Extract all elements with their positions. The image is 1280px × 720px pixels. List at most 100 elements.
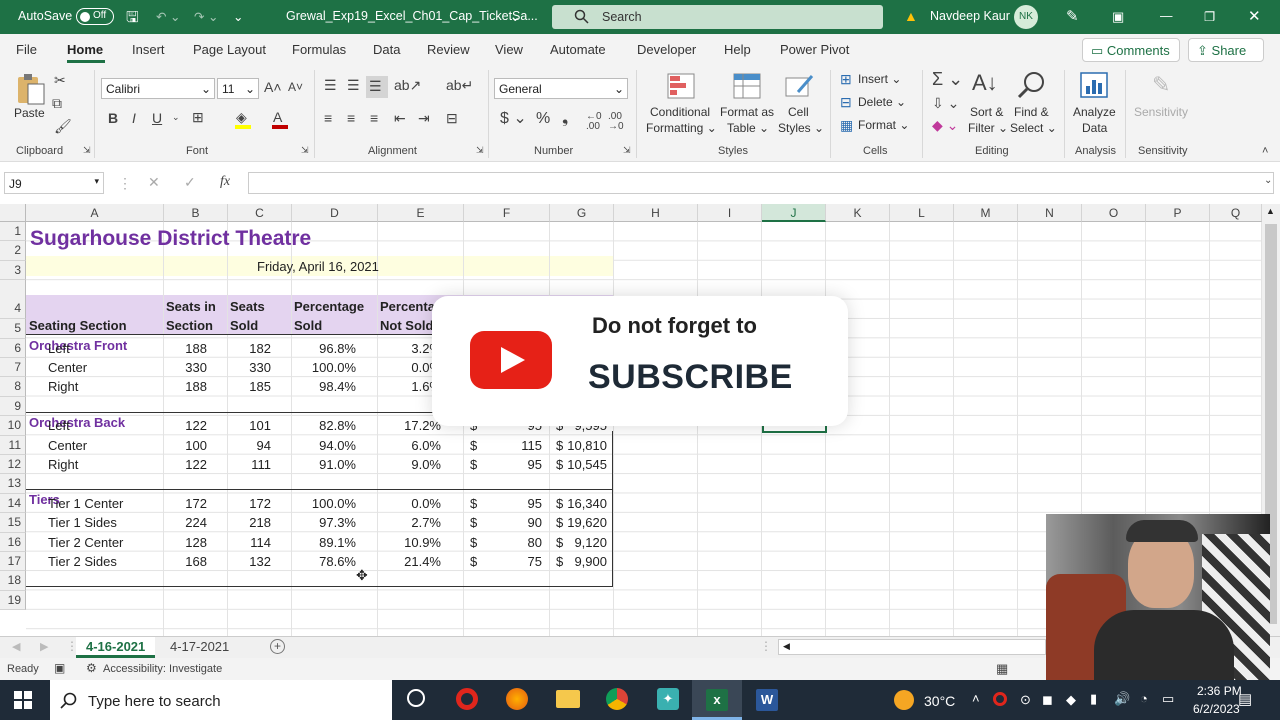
bluetooth-icon[interactable]: ▮ xyxy=(1090,691,1097,707)
tray-icon-2[interactable]: ◼ xyxy=(1042,692,1053,708)
dialog-launcher-icon[interactable]: ⇲ xyxy=(476,146,484,155)
increase-decimal-icon[interactable]: ←0.00 xyxy=(586,112,602,132)
tab-data[interactable]: Data xyxy=(373,42,400,57)
font-color-icon[interactable]: A xyxy=(273,110,282,124)
conditional-formatting-label-2[interactable]: Formatting ⌄ xyxy=(646,121,717,135)
cell-percentage-sold[interactable]: 100.0% xyxy=(292,360,356,375)
column-header-j[interactable]: J xyxy=(762,204,826,222)
tab-developer[interactable]: Developer xyxy=(637,42,696,57)
cell-styles-icon[interactable] xyxy=(784,72,814,100)
chevron-down-icon[interactable]: ⌄ xyxy=(172,113,180,122)
column-header-m[interactable]: M xyxy=(954,204,1018,222)
comments-button[interactable]: ▭ Comments xyxy=(1082,38,1180,62)
avatar[interactable]: NK xyxy=(1014,5,1038,29)
cell-percentage-sold[interactable]: 82.8% xyxy=(292,418,356,433)
find-select-icon[interactable] xyxy=(1016,70,1048,100)
cell-revenue[interactable]: 19,620 xyxy=(566,515,607,530)
search-box[interactable]: Search xyxy=(552,5,883,29)
cell-section-name[interactable]: Tier 1 Center xyxy=(48,496,123,511)
chevron-down-icon[interactable]: ⌄ xyxy=(510,9,520,24)
merge-center-icon[interactable]: ⊟ xyxy=(446,111,458,125)
cell-seats-sold[interactable]: 172 xyxy=(228,496,271,511)
header-percentage-not-sold-1[interactable]: Percenta xyxy=(380,299,435,314)
row-header-18[interactable]: 18 xyxy=(0,571,26,591)
delete-cells-button[interactable]: Delete ⌄ xyxy=(858,95,906,109)
cell-seats-sold[interactable]: 132 xyxy=(228,554,271,569)
cell-section-name[interactable]: Right xyxy=(48,379,78,394)
cell-percentage-sold[interactable]: 98.4% xyxy=(292,379,356,394)
increase-font-icon[interactable]: A˄ xyxy=(264,80,282,94)
increase-indent-icon[interactable]: ⇥ xyxy=(418,111,430,125)
header-percentage-sold-1[interactable]: Percentage xyxy=(294,299,364,314)
delete-cells-icon[interactable]: ⊟ xyxy=(840,95,852,109)
row-header-2[interactable]: 2 xyxy=(0,241,26,261)
weather-icon[interactable] xyxy=(894,690,914,710)
clock-time[interactable]: 2:36 PM xyxy=(1197,684,1242,698)
analyze-data-label-2[interactable]: Data xyxy=(1082,121,1107,135)
cell-seats-sold[interactable]: 330 xyxy=(228,360,271,375)
tab-formulas[interactable]: Formulas xyxy=(292,42,346,57)
cell-price-currency[interactable]: $ xyxy=(470,496,477,511)
cell-styles-label-2[interactable]: Styles ⌄ xyxy=(778,121,824,135)
restore-icon[interactable]: ❐ xyxy=(1204,9,1215,24)
cell-price[interactable]: 90 xyxy=(500,515,542,530)
row-header-4[interactable]: 4 xyxy=(0,280,26,320)
cell-seats-in-section[interactable]: 122 xyxy=(164,457,207,472)
collapse-ribbon-icon[interactable]: ˄ xyxy=(1262,146,1268,157)
row-header-16[interactable]: 16 xyxy=(0,532,26,552)
wifi-icon[interactable]: ◔ xyxy=(1140,691,1148,706)
close-icon[interactable]: ✕ xyxy=(1248,7,1261,25)
warning-icon[interactable]: ▲ xyxy=(904,8,918,24)
enter-icon[interactable]: ✓ xyxy=(184,175,196,189)
row-header-17[interactable]: 17 xyxy=(0,552,26,572)
find-select-label-1[interactable]: Find & xyxy=(1014,105,1049,119)
top-align-icon[interactable]: ☰ xyxy=(324,78,337,92)
dialog-launcher-icon[interactable]: ⇲ xyxy=(301,146,309,155)
cell-seats-sold[interactable]: 111 xyxy=(228,457,271,472)
add-sheet-button[interactable]: + xyxy=(270,639,285,654)
column-header-k[interactable]: K xyxy=(826,204,890,222)
column-header-c[interactable]: C xyxy=(228,204,292,222)
share-button[interactable]: ⇪ Share xyxy=(1188,38,1264,62)
insert-function-icon[interactable]: fx xyxy=(220,175,230,189)
cell-revenue[interactable]: 9,900 xyxy=(566,554,607,569)
sheet-tab-4-16-2021[interactable]: 4-16-2021 xyxy=(76,637,156,658)
cell-seats-in-section[interactable]: 172 xyxy=(164,496,207,511)
cancel-icon[interactable]: ✕ xyxy=(148,175,160,189)
cell-price[interactable]: 80 xyxy=(500,535,542,550)
minimize-icon[interactable]: — xyxy=(1160,9,1173,23)
autosum-icon[interactable]: Σ ⌄ xyxy=(932,70,963,88)
column-header-p[interactable]: P xyxy=(1146,204,1210,222)
clock-date[interactable]: 6/2/2023 xyxy=(1193,702,1240,716)
cell-seats-sold[interactable]: 114 xyxy=(228,535,271,550)
analyze-data-label-1[interactable]: Analyze xyxy=(1073,105,1116,119)
cell-price-currency[interactable]: $ xyxy=(470,457,477,472)
tab-home[interactable]: Home xyxy=(67,42,103,57)
row-header-10[interactable]: 10 xyxy=(0,416,26,436)
insert-cells-icon[interactable]: ⊞ xyxy=(840,72,852,86)
notification-icon[interactable]: ▤ xyxy=(1238,690,1252,708)
cell-percentage-sold[interactable]: 91.0% xyxy=(292,457,356,472)
format-cells-icon[interactable]: ▦ xyxy=(840,118,853,132)
cell-seats-in-section[interactable]: 128 xyxy=(164,535,207,550)
save-icon[interactable]: 🖫 xyxy=(126,7,139,32)
cell-seats-in-section[interactable]: 122 xyxy=(164,418,207,433)
scroll-up-icon[interactable]: ▲ xyxy=(1266,206,1275,216)
insert-cells-button[interactable]: Insert ⌄ xyxy=(858,72,901,86)
normal-view-icon[interactable]: ▦ xyxy=(996,661,1008,677)
cell-section-name[interactable]: Left xyxy=(48,341,70,356)
decrease-decimal-icon[interactable]: .00 →0 xyxy=(608,112,624,132)
column-header-q[interactable]: Q xyxy=(1210,204,1262,222)
column-header-g[interactable]: G xyxy=(550,204,614,222)
opera-icon[interactable] xyxy=(456,688,478,710)
row-header-19[interactable]: 19 xyxy=(0,590,26,611)
dialog-launcher-icon[interactable]: ⇲ xyxy=(83,146,91,155)
underline-icon[interactable]: U xyxy=(152,111,162,125)
tab-review[interactable]: Review xyxy=(427,42,470,57)
cell-price[interactable]: 75 xyxy=(500,554,542,569)
header-seats-sold-1[interactable]: Seats xyxy=(230,299,265,314)
italic-icon[interactable]: I xyxy=(132,111,136,125)
column-header-n[interactable]: N xyxy=(1018,204,1082,222)
cell-percentage-not-sold[interactable]: 21.4% xyxy=(378,554,441,569)
firefox-icon[interactable] xyxy=(506,688,528,710)
